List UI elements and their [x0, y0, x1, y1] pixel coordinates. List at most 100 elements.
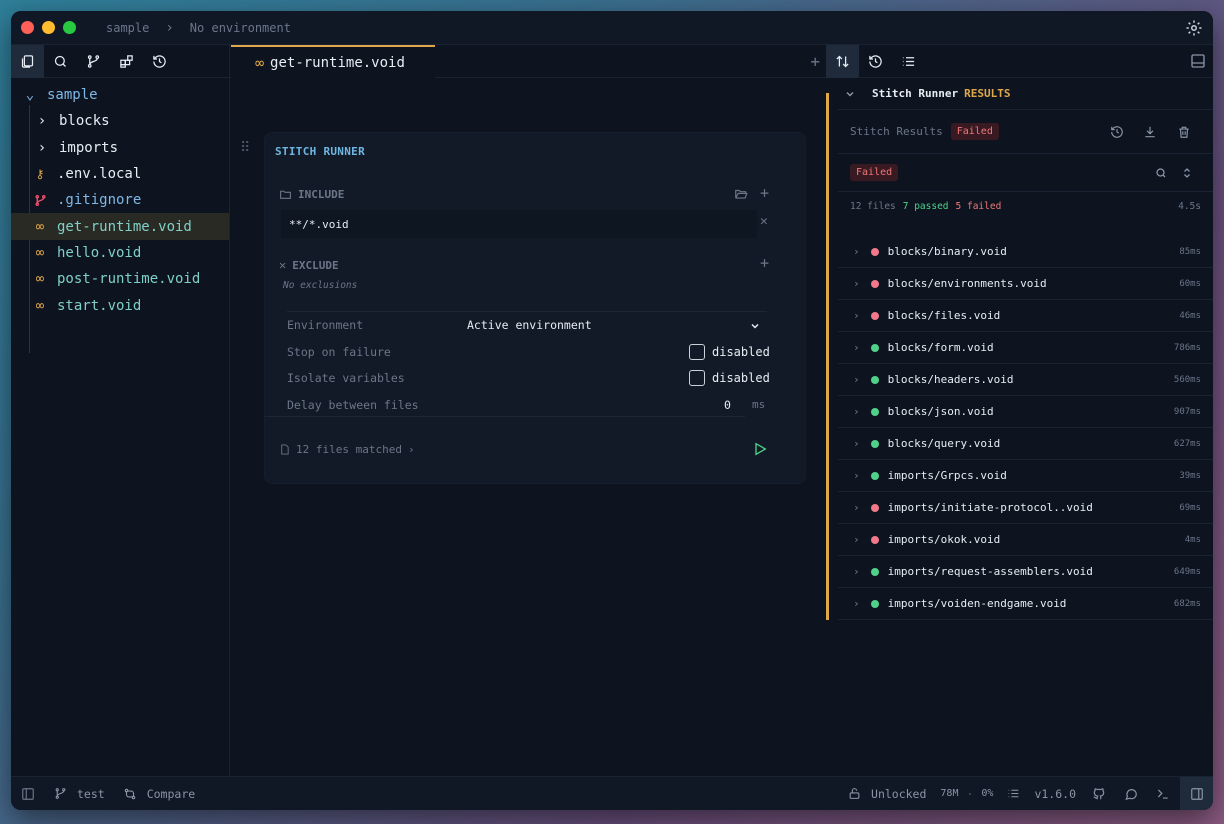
tree-item-label: get-runtime.void — [57, 218, 192, 235]
chevron-right-icon[interactable]: › — [853, 597, 860, 610]
branch-indicator[interactable]: test — [54, 787, 105, 801]
list-tool-button[interactable] — [892, 45, 925, 78]
files-matched[interactable]: 12 files matched › — [279, 443, 415, 456]
terminal-icon[interactable] — [1156, 787, 1170, 801]
results-header[interactable]: Stitch Runner RESULTS — [838, 78, 1213, 110]
tree-file-post-runtime[interactable]: ∞ post-runtime.void — [11, 266, 229, 292]
trash-icon[interactable] — [1177, 125, 1191, 139]
stitch-results-label: Stitch Results — [850, 125, 943, 138]
git-branch-icon — [55, 788, 66, 799]
lock-indicator[interactable]: Unlocked — [848, 787, 926, 801]
chevron-right-icon[interactable]: › — [853, 341, 860, 354]
chevron-right-icon[interactable]: › — [853, 277, 860, 290]
git-tool-button[interactable] — [77, 45, 110, 78]
chevron-right-icon: › — [165, 19, 174, 36]
result-row[interactable]: › imports/okok.void 4ms — [838, 524, 1213, 556]
chevron-right-icon[interactable]: › — [853, 501, 860, 514]
download-icon[interactable] — [1143, 125, 1157, 139]
search-tool-button[interactable] — [44, 45, 77, 78]
result-row[interactable]: › imports/voiden-endgame.void 682ms — [838, 588, 1213, 620]
status-dot — [870, 375, 879, 384]
history-icon — [869, 54, 882, 68]
panel-bottom-icon[interactable] — [1190, 53, 1206, 69]
checkbox[interactable] — [689, 343, 705, 360]
sort-arrows-icon — [836, 55, 849, 67]
tree-file-env[interactable]: ⚷ .env.local — [11, 161, 229, 187]
delay-input[interactable]: 0 — [724, 398, 731, 412]
new-tab-button[interactable]: + — [810, 52, 820, 71]
chevron-right-icon[interactable]: › — [853, 437, 860, 450]
tree-file-gitignore[interactable]: .gitignore — [11, 187, 229, 213]
drag-handle-icon[interactable]: ⠿ — [240, 140, 250, 156]
result-row[interactable]: › blocks/query.void 627ms — [838, 428, 1213, 460]
project-name[interactable]: sample — [106, 21, 149, 35]
result-row[interactable]: › blocks/files.void 46ms — [838, 300, 1213, 332]
add-include-button[interactable]: + — [760, 184, 769, 202]
chevron-down-icon[interactable] — [749, 320, 761, 332]
environment-name[interactable]: No environment — [190, 21, 291, 35]
chevron-right-icon[interactable]: › — [853, 533, 860, 546]
result-file-name: imports/okok.void — [887, 533, 1001, 546]
tree-file-hello[interactable]: ∞ hello.void — [11, 240, 229, 266]
result-row[interactable]: › imports/initiate-protocol..void 69ms — [838, 492, 1213, 524]
stop-on-failure-toggle[interactable]: disabled — [689, 343, 770, 360]
github-icon[interactable] — [1092, 787, 1106, 801]
extensions-tool-button[interactable] — [110, 45, 143, 78]
files-tool-button[interactable] — [11, 44, 44, 78]
gear-icon[interactable] — [1185, 19, 1203, 37]
list-icon[interactable] — [1007, 787, 1020, 800]
window-controls — [21, 21, 76, 34]
environment-select[interactable]: Active environment — [467, 318, 592, 332]
remove-pattern-button[interactable]: ✕ — [760, 214, 768, 229]
chevron-right-icon[interactable]: › — [853, 469, 860, 482]
history-tool-button[interactable] — [859, 45, 892, 78]
result-row[interactable]: › blocks/headers.void 560ms — [838, 364, 1213, 396]
result-row[interactable]: › blocks/json.void 907ms — [838, 396, 1213, 428]
chevron-right-icon[interactable]: › — [853, 373, 860, 386]
chevron-right-icon[interactable]: › — [853, 309, 860, 322]
maximize-window-button[interactable] — [63, 21, 76, 34]
tree-file-get-runtime[interactable]: ∞ get-runtime.void — [11, 213, 229, 240]
result-row[interactable]: › blocks/form.void 786ms — [838, 332, 1213, 364]
result-file-name: blocks/query.void — [887, 437, 1001, 450]
result-row[interactable]: › blocks/binary.void 85ms — [838, 236, 1213, 268]
isolate-variables-toggle[interactable]: disabled — [689, 370, 770, 386]
chevron-right-icon[interactable]: › — [853, 565, 860, 578]
result-row[interactable]: › blocks/environments.void 60ms — [838, 268, 1213, 300]
include-pattern-row[interactable]: **/*.void — [281, 210, 757, 238]
status-dot — [870, 567, 879, 576]
toggle-sidebar-button[interactable] — [11, 777, 44, 810]
result-duration: 907ms — [1173, 406, 1201, 417]
result-row[interactable]: › imports/Grpcs.void 39ms — [838, 460, 1213, 492]
status-dot — [870, 407, 879, 416]
close-window-button[interactable] — [21, 21, 34, 34]
sort-tool-button[interactable] — [826, 44, 859, 78]
history-tool-button[interactable] — [143, 45, 176, 78]
play-icon[interactable] — [752, 441, 768, 457]
results-panel: Stitch Runner RESULTS Stitch Results Fai… — [826, 44, 1213, 776]
result-file-name: blocks/form.void — [887, 341, 994, 354]
filter-badge[interactable]: Failed — [850, 164, 899, 181]
tree-folder-imports[interactable]: › imports — [11, 135, 229, 161]
tree-file-start[interactable]: ∞ start.void — [11, 292, 229, 318]
minimize-window-button[interactable] — [42, 21, 55, 34]
folder-open-icon[interactable] — [734, 187, 748, 201]
search-icon[interactable] — [1155, 167, 1167, 179]
tab-get-runtime[interactable]: ∞ get-runtime.void — [231, 45, 435, 78]
toggle-right-panel-button[interactable] — [1180, 777, 1213, 810]
tree-root-label: sample — [47, 87, 98, 104]
checkbox[interactable] — [689, 370, 705, 386]
result-file-name: imports/initiate-protocol..void — [887, 501, 1093, 514]
tree-root-folder[interactable]: ⌄ sample — [11, 82, 229, 108]
history-icon[interactable] — [1110, 125, 1124, 139]
add-exclude-button[interactable]: + — [760, 254, 769, 272]
chevron-right-icon[interactable]: › — [853, 405, 860, 418]
result-row[interactable]: › imports/request-assemblers.void 649ms — [838, 556, 1213, 588]
chevron-up-down-icon[interactable] — [1181, 166, 1193, 180]
card-title: STITCH RUNNER — [275, 145, 365, 158]
tree-folder-blocks[interactable]: › blocks — [11, 108, 229, 134]
exclude-label: EXCLUDE — [292, 258, 339, 272]
compare-button[interactable]: Compare — [123, 787, 195, 801]
chat-icon[interactable] — [1124, 787, 1138, 801]
chevron-right-icon[interactable]: › — [853, 245, 860, 258]
